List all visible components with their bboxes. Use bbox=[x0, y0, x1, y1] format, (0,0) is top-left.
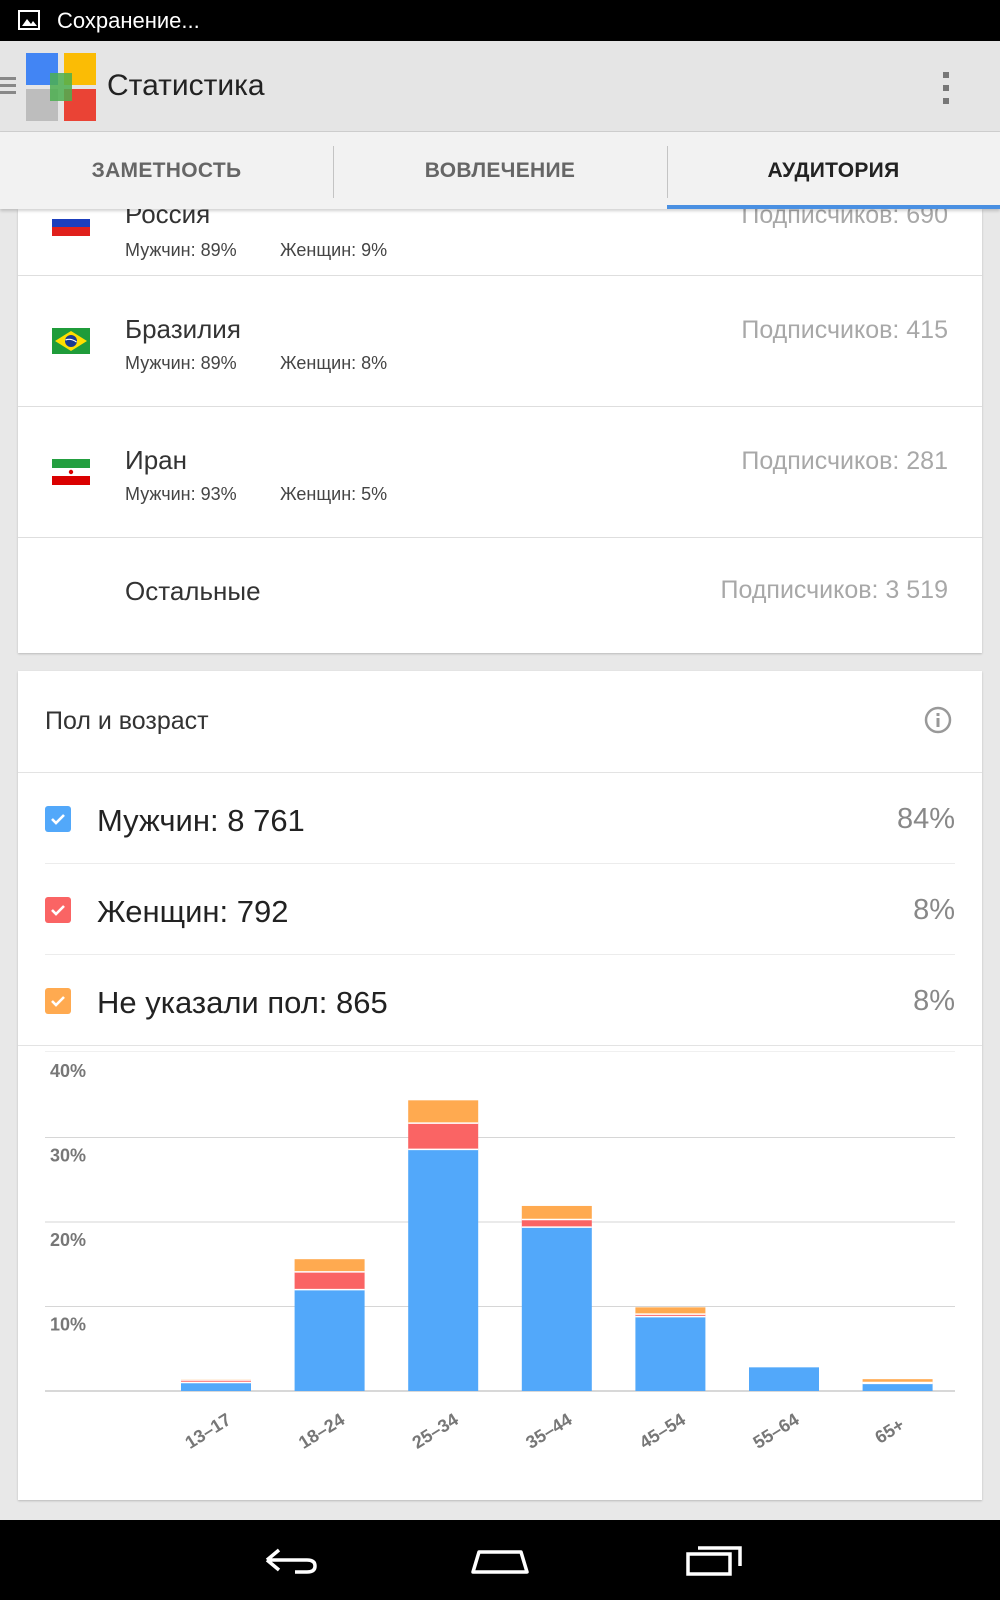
legend-percent: 8% bbox=[913, 894, 955, 926]
bar-segment bbox=[408, 1100, 479, 1124]
status-bar: Сохранение... bbox=[0, 0, 1000, 41]
russia-flag-icon bbox=[52, 210, 90, 236]
country-row-brazil[interactable]: Бразилия Мужчин: 89% Женщин: 8% Подписчи… bbox=[18, 276, 982, 407]
country-name: Остальные bbox=[125, 576, 261, 606]
bar-segment bbox=[294, 1289, 365, 1391]
x-tick-label: 35–44 bbox=[522, 1409, 575, 1452]
female-percent: Женщин: 8% bbox=[280, 353, 388, 373]
country-name: Бразилия bbox=[125, 314, 241, 344]
bar-segment bbox=[294, 1271, 365, 1290]
bar-segment bbox=[294, 1259, 365, 1272]
x-tick-label: 45–54 bbox=[636, 1409, 689, 1452]
male-percent: Мужчин: 89% bbox=[125, 353, 237, 373]
x-tick-label: 13–17 bbox=[181, 1409, 234, 1452]
recent-apps-icon[interactable] bbox=[680, 1538, 750, 1582]
unspecified-checkbox[interactable] bbox=[45, 988, 71, 1014]
subscriber-count: Подписчиков: 415 bbox=[741, 316, 948, 344]
bar-segment bbox=[521, 1219, 592, 1228]
male-percent: Мужчин: 93% bbox=[125, 484, 237, 504]
x-tick-label: 18–24 bbox=[295, 1409, 348, 1452]
y-tick-label: 30% bbox=[50, 1146, 86, 1166]
check-icon bbox=[51, 996, 65, 1007]
female-percent: Женщин: 5% bbox=[280, 484, 388, 504]
legend-row-female[interactable]: Женщин: 792 8% bbox=[45, 864, 955, 954]
bar-segment bbox=[862, 1383, 933, 1391]
country-row-iran[interactable]: Иран Мужчин: 93% Женщин: 5% Подписчиков:… bbox=[18, 407, 982, 538]
bar-segment bbox=[408, 1123, 479, 1150]
app-logo-icon[interactable] bbox=[24, 51, 98, 123]
check-icon bbox=[51, 905, 65, 916]
subscriber-count: Подписчиков: 3 519 bbox=[720, 576, 948, 604]
age-gender-chart: 10% 20% 30% 40% 13–17 18–24 25–34 35–44 45–54 55–… bbox=[45, 1051, 955, 1453]
navigation-bar bbox=[0, 1520, 1000, 1600]
iran-flag-icon bbox=[52, 459, 90, 485]
female-percent: Женщин: 9% bbox=[280, 240, 388, 260]
action-bar: Статистика bbox=[0, 41, 1000, 132]
gender-age-card: Пол и возраст Мужчин: 8 761 84% Женщин: … bbox=[18, 671, 982, 1500]
card-title: Пол и возраст bbox=[45, 707, 209, 735]
tab-bar: ЗАМЕТНОСТЬ ВОВЛЕЧЕНИЕ АУДИТОРИЯ bbox=[0, 132, 1000, 209]
legend-percent: 8% bbox=[913, 985, 955, 1017]
tab-engagement[interactable]: ВОВЛЕЧЕНИЕ bbox=[333, 132, 667, 209]
male-percent: Мужчин: 89% bbox=[125, 240, 237, 260]
bar-segment bbox=[749, 1367, 819, 1391]
country-row-russia[interactable]: Россия Мужчин: 89% Женщин: 9% Подписчико… bbox=[18, 209, 982, 276]
y-tick-label: 20% bbox=[50, 1230, 86, 1250]
info-icon[interactable] bbox=[924, 706, 952, 734]
check-icon bbox=[51, 814, 65, 825]
bar-segment bbox=[408, 1149, 479, 1391]
active-tab-indicator bbox=[667, 205, 1000, 209]
bar-segment bbox=[521, 1205, 592, 1220]
subscriber-count: Подписчиков: 281 bbox=[741, 447, 948, 475]
countries-card: Россия Мужчин: 89% Женщин: 9% Подписчико… bbox=[18, 209, 982, 653]
menu-icon[interactable] bbox=[0, 75, 16, 97]
bar-segment bbox=[635, 1316, 706, 1391]
country-name: Россия bbox=[125, 209, 211, 229]
x-tick-label: 25–34 bbox=[409, 1409, 462, 1452]
bar-segment bbox=[181, 1382, 251, 1391]
y-tick-label: 40% bbox=[50, 1061, 86, 1081]
image-icon bbox=[18, 10, 40, 30]
status-text: Сохранение... bbox=[57, 8, 200, 33]
male-checkbox[interactable] bbox=[45, 806, 71, 832]
legend-label: Мужчин: 8 761 bbox=[97, 803, 305, 838]
app-title: Статистика bbox=[107, 69, 265, 102]
overflow-menu-icon[interactable] bbox=[936, 69, 956, 107]
female-checkbox[interactable] bbox=[45, 897, 71, 923]
legend-row-unspecified[interactable]: Не указали пол: 865 8% bbox=[45, 955, 955, 1045]
bar-segment bbox=[521, 1227, 592, 1391]
x-tick-label: 55–64 bbox=[749, 1409, 802, 1452]
x-tick-label: 65+ bbox=[871, 1414, 908, 1447]
bar-segment bbox=[635, 1307, 706, 1315]
legend-label: Женщин: 792 bbox=[97, 894, 289, 929]
country-row-others[interactable]: Остальные Подписчиков: 3 519 bbox=[18, 538, 982, 653]
subscriber-count: Подписчиков: 690 bbox=[741, 209, 948, 229]
brazil-flag-icon bbox=[52, 328, 90, 354]
legend-label: Не указали пол: 865 bbox=[97, 985, 388, 1020]
legend-percent: 84% bbox=[896, 803, 955, 835]
tab-visibility[interactable]: ЗАМЕТНОСТЬ bbox=[0, 132, 333, 209]
y-tick-label: 10% bbox=[50, 1315, 86, 1335]
country-name: Иран bbox=[125, 445, 187, 475]
home-icon[interactable] bbox=[465, 1538, 535, 1582]
back-icon[interactable] bbox=[255, 1538, 325, 1582]
legend-row-male[interactable]: Мужчин: 8 761 84% bbox=[45, 773, 955, 863]
divider bbox=[18, 1045, 982, 1046]
tab-audience[interactable]: АУДИТОРИЯ bbox=[667, 132, 1000, 209]
